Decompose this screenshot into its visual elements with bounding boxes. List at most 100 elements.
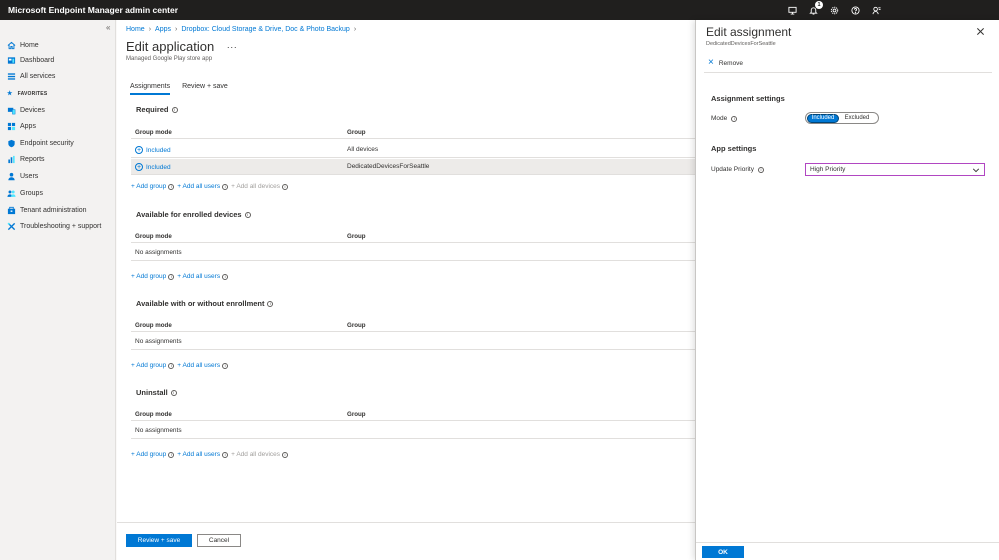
info-icon[interactable]: i (222, 183, 229, 190)
add-group-link[interactable]: + Add group (131, 362, 166, 369)
sidebar-item-all-services[interactable]: All services (0, 69, 116, 83)
remove-button[interactable]: × Remove (708, 58, 743, 68)
tab-review-save[interactable]: Review + save (182, 83, 228, 95)
sidebar-item-label: Reports (20, 155, 45, 163)
main-footer: Review + save Cancel (117, 522, 695, 560)
group-mode-cell[interactable]: + Included (135, 163, 171, 171)
chevron-right-icon: › (353, 26, 357, 33)
mode-option-excluded[interactable]: Excluded (839, 114, 875, 123)
mode-toggle[interactable]: Included Excluded (805, 112, 879, 124)
add-all-users-link[interactable]: + Add all users (177, 362, 220, 369)
sidebar-item-label: Users (20, 172, 39, 180)
no-assignments-text: No assignments (135, 338, 182, 345)
add-all-users-link[interactable]: + Add all users (177, 451, 220, 458)
shield-icon (7, 139, 16, 148)
info-icon[interactable]: i (758, 166, 764, 173)
add-group-link[interactable]: + Add group (131, 273, 166, 280)
remote-icon[interactable] (787, 5, 797, 15)
info-icon[interactable]: i (168, 273, 175, 280)
section-required-title: Required i (136, 105, 178, 114)
column-header-group[interactable]: Group (347, 129, 366, 136)
divider (704, 72, 992, 73)
table-row[interactable]: + Included All devices (131, 142, 695, 158)
uninstall-add-links: + Add group i + Add all users i + Add al… (131, 451, 289, 458)
info-icon[interactable]: i (222, 362, 229, 369)
no-assignments-text: No assignments (135, 249, 182, 256)
table-row: No assignments (131, 245, 695, 261)
sidebar-item-apps[interactable]: Apps (0, 119, 116, 133)
sidebar-item-label: Home (20, 41, 39, 49)
breadcrumb-app[interactable]: Dropbox: Cloud Storage & Drive, Doc & Ph… (181, 26, 349, 33)
info-icon[interactable]: i (168, 183, 175, 190)
sidebar-item-label: All services (20, 72, 56, 80)
info-icon[interactable]: i (168, 451, 175, 458)
page-subtitle: Managed Google Play store app (126, 56, 213, 62)
breadcrumb-apps[interactable]: Apps (155, 26, 171, 33)
chevron-right-icon: › (175, 26, 178, 33)
ok-button[interactable]: OK (702, 546, 744, 558)
breadcrumb-home[interactable]: Home (126, 26, 145, 33)
sidebar-item-groups[interactable]: Groups (0, 186, 116, 200)
mode-option-included[interactable]: Included (807, 113, 839, 123)
info-icon[interactable]: i (222, 273, 229, 280)
add-all-users-link[interactable]: + Add all users (177, 183, 220, 190)
bell-icon[interactable]: 1 (808, 1, 823, 15)
close-icon[interactable] (976, 27, 985, 36)
table-row[interactable]: + Included DedicatedDevicesForSeattle (131, 159, 695, 175)
help-icon[interactable] (850, 5, 860, 15)
sidebar-item-users[interactable]: Users (0, 169, 116, 183)
column-header-group-mode[interactable]: Group mode (135, 411, 172, 418)
info-icon[interactable]: i (282, 451, 289, 458)
app-settings-heading: App settings (711, 144, 757, 153)
sidebar-item-endpoint-security[interactable]: Endpoint security (0, 136, 116, 150)
troubleshoot-icon (7, 222, 16, 231)
info-icon[interactable]: i (282, 183, 289, 190)
group-mode-cell[interactable]: + Included (135, 146, 171, 154)
tab-assignments[interactable]: Assignments (130, 83, 171, 95)
included-icon: + (135, 146, 143, 154)
column-header-group[interactable]: Group (347, 322, 366, 329)
table-row: No assignments (131, 334, 695, 350)
add-group-link[interactable]: + Add group (131, 451, 166, 458)
sidebar-item-tenant-administration[interactable]: Tenant administration (0, 203, 116, 217)
update-priority-dropdown[interactable]: High Priority (805, 163, 985, 176)
column-header-group[interactable]: Group (347, 411, 366, 418)
sidebar-item-label: Devices (20, 106, 45, 114)
sidebar-item-dashboard[interactable]: Dashboard (0, 53, 116, 67)
add-all-users-link[interactable]: + Add all users (177, 273, 220, 280)
gear-icon[interactable] (829, 5, 839, 15)
table-header: Group mode Group (131, 318, 695, 332)
column-header-group[interactable]: Group (347, 233, 366, 240)
info-icon[interactable]: i (170, 389, 177, 396)
column-header-group-mode[interactable]: Group mode (135, 322, 172, 329)
more-options-icon[interactable]: ... (227, 40, 238, 50)
groups-icon (7, 189, 16, 198)
info-icon[interactable]: i (222, 451, 229, 458)
info-icon[interactable]: i (267, 300, 274, 307)
table-row: No assignments (131, 423, 695, 439)
tab-bar: Assignments Review + save (130, 83, 228, 95)
add-group-link[interactable]: + Add group (131, 183, 166, 190)
info-icon[interactable]: i (168, 362, 175, 369)
panel-title: Edit assignment (706, 25, 792, 39)
info-icon[interactable]: i (244, 211, 251, 218)
users-icon (7, 172, 16, 181)
column-header-group-mode[interactable]: Group mode (135, 233, 172, 240)
sidebar-item-devices[interactable]: Devices (0, 103, 116, 117)
table-header: Group mode Group (131, 125, 695, 139)
column-header-group-mode[interactable]: Group mode (135, 129, 172, 136)
feedback-icon[interactable] (871, 5, 881, 15)
info-icon[interactable]: i (731, 115, 738, 122)
review-save-button[interactable]: Review + save (126, 534, 192, 547)
cancel-button[interactable]: Cancel (197, 534, 241, 547)
page-title: Edit application (126, 39, 215, 54)
sidebar-item-troubleshooting[interactable]: Troubleshooting + support (0, 219, 116, 233)
sidebar-item-reports[interactable]: Reports (0, 152, 116, 166)
home-icon (7, 41, 16, 50)
devices-icon (7, 106, 16, 115)
collapse-sidebar-icon[interactable]: « (106, 23, 110, 32)
info-icon[interactable]: i (171, 106, 178, 113)
add-all-devices-link: + Add all devices (231, 451, 281, 458)
sidebar-item-home[interactable]: Home (0, 38, 116, 52)
reports-icon (7, 155, 16, 164)
